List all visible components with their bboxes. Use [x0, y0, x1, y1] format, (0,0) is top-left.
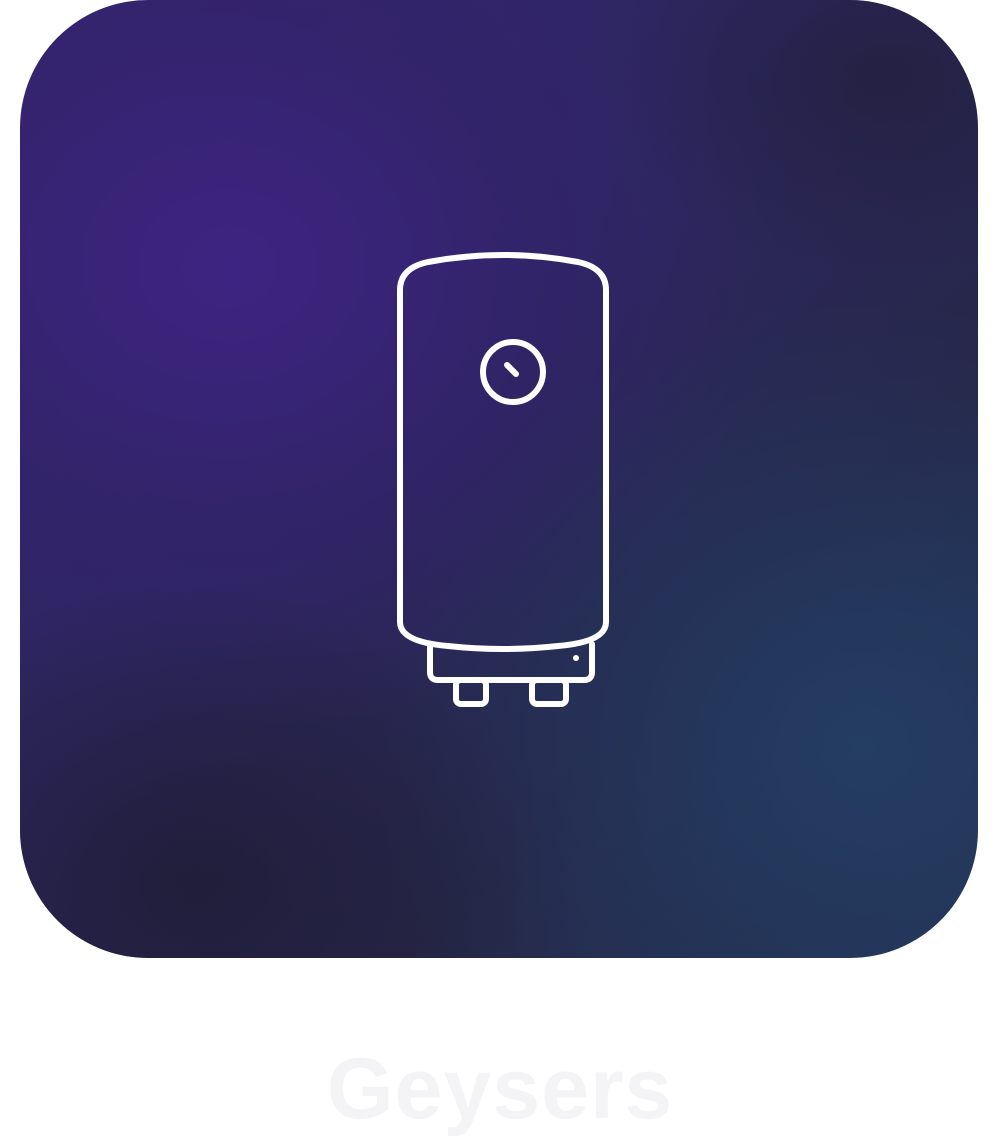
category-label[interactable]: Geysers	[0, 1040, 1000, 1139]
water-heater-icon	[378, 250, 628, 710]
geysers-category-tile[interactable]	[20, 0, 978, 958]
